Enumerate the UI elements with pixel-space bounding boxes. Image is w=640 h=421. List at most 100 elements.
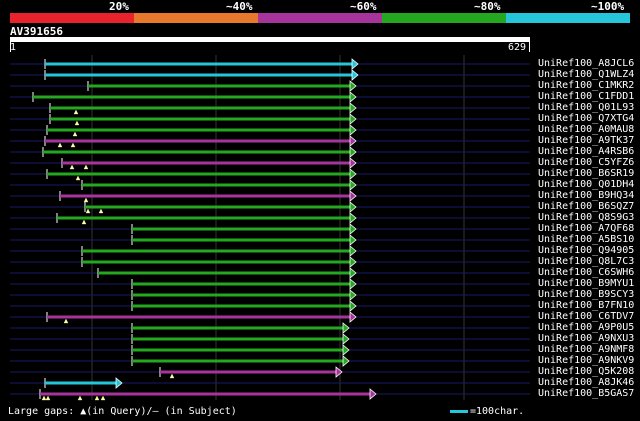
query-gap-marker [63, 318, 69, 324]
hit-arrow [349, 135, 357, 147]
hit-bar [98, 271, 351, 275]
query-gap-marker [83, 164, 89, 170]
hit-bar [40, 392, 371, 396]
hit-label[interactable]: UniRef100_A5BS10 [538, 234, 634, 245]
query-gap-marker [100, 395, 106, 401]
hit-arrow [342, 333, 350, 345]
hit-bar [47, 172, 351, 176]
hit-label[interactable]: UniRef100_Q7XTG4 [538, 113, 634, 124]
hit-label[interactable]: UniRef100_A9P0U5 [538, 322, 634, 333]
hit-label[interactable]: UniRef100_A8JK46 [538, 377, 634, 388]
hit-arrow [349, 311, 357, 323]
hit-arrow [349, 102, 357, 114]
hit-label[interactable]: UniRef100_A8JCL6 [538, 58, 634, 69]
query-gap-marker [81, 219, 87, 225]
scale-legend: =100char. [450, 406, 524, 417]
hit-arrow [349, 267, 357, 279]
hit-arrow [349, 113, 357, 125]
hit-label[interactable]: UniRef100_C6TDV7 [538, 311, 634, 322]
hit-bar [82, 249, 351, 253]
large-gaps-legend: Large gaps: ▲(in Query)/– (in Subject) [8, 406, 237, 417]
hit-bar [132, 293, 351, 297]
hit-arrow [349, 190, 357, 202]
hit-arrow [349, 278, 357, 290]
hit-label[interactable]: UniRef100_C1FDD1 [538, 91, 634, 102]
hit-bar [50, 117, 351, 121]
query-gap-marker [45, 395, 51, 401]
hit-bar [132, 304, 351, 308]
hit-bar [45, 62, 353, 66]
query-gap-marker [169, 373, 175, 379]
hit-bar [47, 128, 351, 132]
hit-arrow [349, 91, 357, 103]
hit-arrow [349, 168, 357, 180]
query-gap-marker [94, 395, 100, 401]
hit-arrow [342, 355, 350, 367]
hit-bar [132, 227, 351, 231]
hit-label[interactable]: UniRef100_C6SWH6 [538, 267, 634, 278]
hit-label[interactable]: UniRef100_C1MKR2 [538, 80, 634, 91]
hit-label[interactable]: UniRef100_B9SCY3 [538, 289, 634, 300]
hit-arrow [349, 157, 357, 169]
hit-bar [132, 359, 344, 363]
hit-arrow [349, 300, 357, 312]
hit-bar [160, 370, 337, 374]
hit-label[interactable]: UniRef100_B6SR19 [538, 168, 634, 179]
query-gap-marker [74, 120, 80, 126]
hit-bar [57, 216, 351, 220]
hit-label[interactable]: UniRef100_Q01L93 [538, 102, 634, 113]
hit-arrow [342, 322, 350, 334]
hit-label[interactable]: UniRef100_Q8S9G3 [538, 212, 634, 223]
hit-bar [88, 84, 351, 88]
hit-label[interactable]: UniRef100_A7QF68 [538, 223, 634, 234]
hit-bar [132, 282, 351, 286]
query-gap-marker [70, 142, 76, 148]
hit-label[interactable]: UniRef100_B5GAS7 [538, 388, 634, 399]
hit-bar [82, 183, 351, 187]
hit-label[interactable]: UniRef100_Q94905 [538, 245, 634, 256]
hit-label[interactable]: UniRef100_Q1WLZ4 [538, 69, 634, 80]
query-gap-marker [85, 208, 91, 214]
hit-label[interactable]: UniRef100_B9MYU1 [538, 278, 634, 289]
hit-label[interactable]: UniRef100_Q01DH4 [538, 179, 634, 190]
hit-label[interactable]: UniRef100_A9NXU3 [538, 333, 634, 344]
scale-label: =100char. [470, 406, 525, 417]
hit-arrow [351, 69, 359, 81]
hit-label[interactable]: UniRef100_B7FN10 [538, 300, 634, 311]
hit-label[interactable]: UniRef100_Q5K208 [538, 366, 634, 377]
hit-label[interactable]: UniRef100_B9HQ34 [538, 190, 634, 201]
hit-label[interactable]: UniRef100_A9TK37 [538, 135, 634, 146]
hit-label[interactable]: UniRef100_B6SQZ7 [538, 201, 634, 212]
hit-arrow [335, 366, 343, 378]
hit-arrow [115, 377, 123, 389]
hit-bar [47, 315, 351, 319]
hit-bar [132, 326, 344, 330]
hit-bar [82, 260, 351, 264]
query-gap-marker [75, 175, 81, 181]
hit-arrow [369, 388, 377, 400]
hit-label[interactable]: UniRef100_A4RSB6 [538, 146, 634, 157]
hit-arrow [349, 146, 357, 158]
hit-arrow [349, 256, 357, 268]
query-gap-marker [57, 142, 63, 148]
hit-bar [45, 73, 353, 77]
hit-bar [62, 161, 351, 165]
hit-label[interactable]: UniRef100_A9NMF8 [538, 344, 634, 355]
query-gap-marker [72, 131, 78, 137]
hit-label[interactable]: UniRef100_C5YFZ6 [538, 157, 634, 168]
hit-bar [50, 106, 351, 110]
query-gap-marker [77, 395, 83, 401]
hit-arrow [351, 58, 359, 70]
hit-label[interactable]: UniRef100_A0MAU8 [538, 124, 634, 135]
hit-bar [45, 139, 351, 143]
hit-arrow [342, 344, 350, 356]
hit-bar [60, 194, 351, 198]
hit-bar [132, 238, 351, 242]
hit-bar [33, 95, 351, 99]
hit-arrow [349, 223, 357, 235]
hit-label[interactable]: UniRef100_Q8L7C3 [538, 256, 634, 267]
hit-label[interactable]: UniRef100_A9NKV9 [538, 355, 634, 366]
hit-arrow [349, 245, 357, 257]
query-gap-marker [98, 208, 104, 214]
hit-arrow [349, 212, 357, 224]
